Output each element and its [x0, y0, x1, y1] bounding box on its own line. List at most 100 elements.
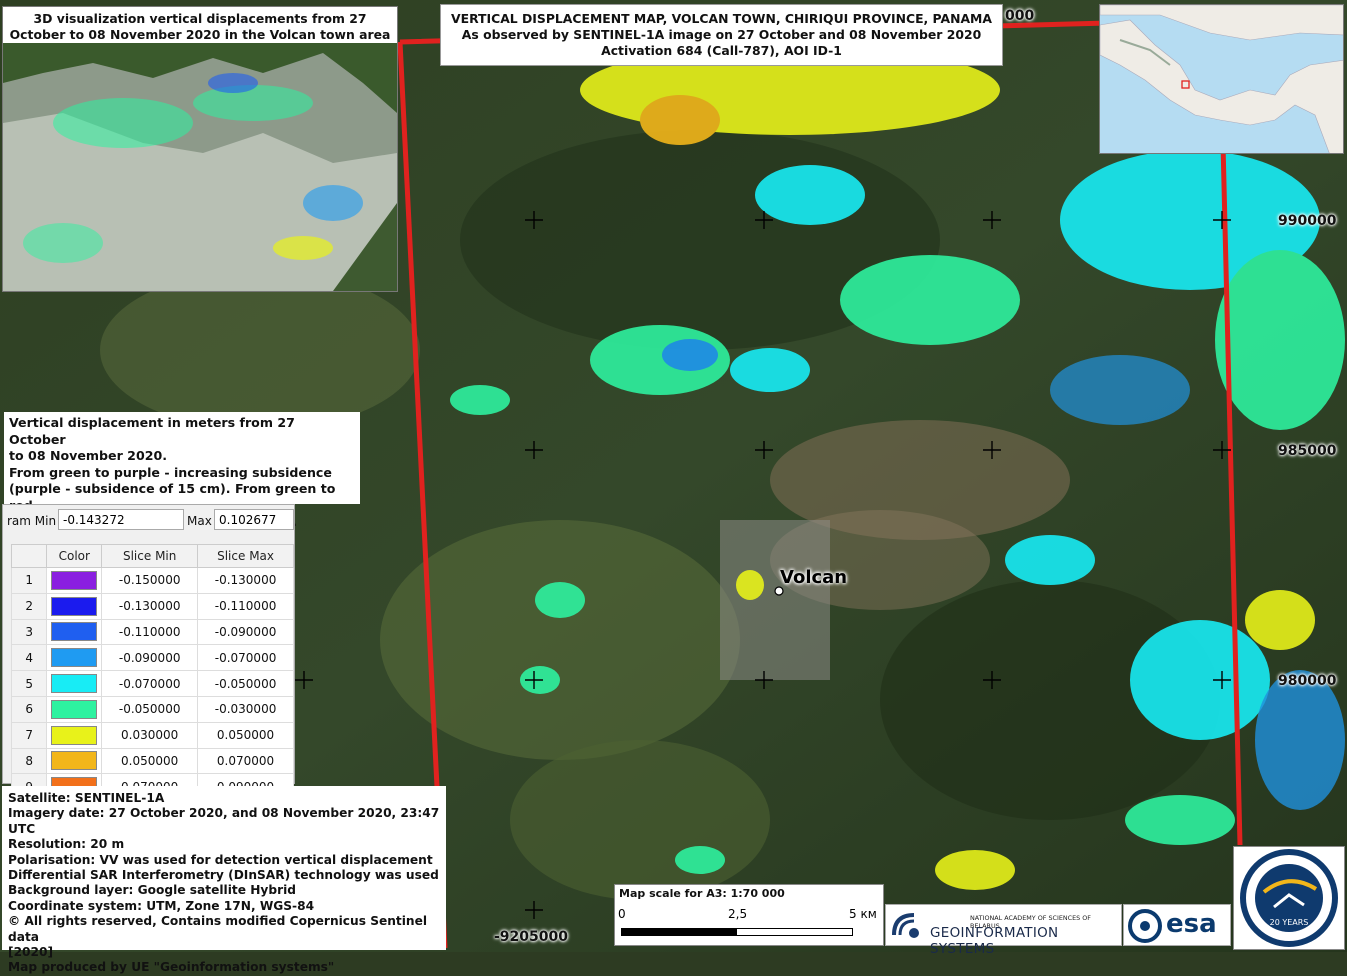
info-background: Background layer: Google satellite Hybri…: [8, 883, 297, 898]
slice-min-cell: -0.050000: [101, 695, 199, 723]
param-min-field[interactable]: -0.143272: [58, 509, 184, 530]
header-index: [10, 544, 48, 568]
color-slice-row[interactable]: 3 -0.110000 -0.090000: [10, 618, 294, 646]
color-slice-row[interactable]: 1 -0.150000 -0.130000: [10, 567, 294, 594]
coord-label-990000: 990000: [1278, 213, 1337, 229]
town-label-volcan: Volcan: [780, 567, 848, 588]
legend-line-1: Vertical displacement in meters from 27 …: [9, 415, 295, 447]
scale-tick-5: 5 км: [849, 907, 877, 921]
info-rights: © All rights reserved, Contains modified…: [8, 914, 428, 944]
charter-20-years-logo: 20 YEARS: [1233, 846, 1345, 950]
slice-max-cell: 0.050000: [197, 721, 294, 749]
map-title-panel: VERTICAL DISPLACEMENT MAP, VOLCAN TOWN, …: [440, 4, 1003, 66]
param-max-label: Max: [187, 514, 212, 528]
info-technology: Differential SAR Interferometry (DInSAR)…: [8, 868, 439, 883]
info-resolution: Resolution: 20 m: [8, 837, 125, 852]
slice-max-cell: -0.110000: [197, 592, 294, 620]
color-swatch: [51, 596, 98, 616]
info-rights-year: [2020]: [8, 945, 54, 960]
geo-systems-label: GEOINFORMATION SYSTEMS: [930, 925, 1059, 957]
color-swatch: [51, 699, 98, 719]
activation-label: Activation 684 (Call-787), AOI ID-1: [601, 43, 842, 58]
coord-label-bottom: -9205000: [494, 929, 568, 945]
header-color: Color: [46, 544, 103, 568]
header-slice-max: Slice Max: [197, 544, 294, 568]
color-slice-row[interactable]: 5 -0.070000 -0.050000: [10, 670, 294, 697]
color-slice-row[interactable]: 8 0.050000 0.070000: [10, 747, 294, 775]
slice-min-cell: 0.030000: [101, 721, 199, 749]
volcan-town-marker: [774, 586, 784, 596]
esa-emblem-icon: [1128, 909, 1162, 943]
color-swatch-cell[interactable]: [46, 644, 103, 672]
slice-min-cell: -0.110000: [101, 618, 199, 646]
param-max-field[interactable]: 0.102677: [214, 509, 294, 530]
geoinformation-logo: NATIONAL ACADEMY OF SCIENCES OF BELARUS …: [885, 904, 1122, 957]
color-swatch-cell[interactable]: [46, 618, 103, 646]
slice-max-cell: -0.050000: [197, 670, 294, 697]
location-map-graphic: [1100, 5, 1343, 153]
slice-max-cell: -0.130000: [197, 567, 294, 594]
row-index: 3: [10, 618, 48, 646]
slice-max-cell: -0.070000: [197, 644, 294, 672]
map-title: VERTICAL DISPLACEMENT MAP, VOLCAN TOWN, …: [451, 11, 992, 26]
scale-tick-0: 0: [618, 907, 626, 921]
param-min-label: ram Min: [7, 514, 57, 528]
color-slice-table-panel: ram Min -0.143272 Max 0.102677 Color Sli…: [2, 504, 295, 826]
color-swatch-cell[interactable]: [46, 721, 103, 749]
row-index: 4: [10, 644, 48, 672]
row-index: 8: [10, 747, 48, 775]
header-slice-min: Slice Min: [101, 544, 199, 568]
row-index: 1: [10, 567, 48, 594]
color-slice-row[interactable]: 6 -0.050000 -0.030000: [10, 695, 294, 723]
scale-bar: [621, 928, 853, 936]
param-minmax-row: ram Min -0.143272 Max 0.102677: [3, 505, 294, 535]
slice-min-cell: -0.090000: [101, 644, 199, 672]
charter-emblem-icon: 20 YEARS: [1240, 849, 1338, 947]
color-swatch-cell[interactable]: [46, 747, 103, 775]
coord-label-980000: 980000: [1278, 673, 1337, 689]
color-slice-row[interactable]: 7 0.030000 0.050000: [10, 721, 294, 749]
legend-line-3: From green to purple - increasing subsid…: [9, 464, 332, 480]
metadata-panel: Satellite: SENTINEL-1A Imagery date: 27 …: [2, 786, 446, 974]
info-coord-system: Coordinate system: UTM, Zone 17N, WGS-84: [8, 898, 315, 913]
legend-description: Vertical displacement in meters from 27 …: [4, 412, 360, 529]
color-swatch: [51, 570, 98, 590]
slice-min-cell: -0.150000: [101, 567, 199, 594]
map-subtitle: As observed by SENTINEL-1A image on 27 O…: [461, 27, 982, 42]
color-swatch: [51, 751, 98, 771]
color-swatch: [51, 648, 98, 668]
row-index: 5: [10, 670, 48, 697]
color-swatch: [51, 725, 98, 745]
coord-label-top: 000: [1005, 8, 1035, 24]
info-polarisation: Polarisation: VV was used for detection …: [8, 852, 433, 867]
slice-max-cell: -0.090000: [197, 618, 294, 646]
info-imagery-date: Imagery date: 27 October 2020, and 08 No…: [8, 806, 440, 836]
color-swatch-cell[interactable]: [46, 592, 103, 620]
slice-min-cell: -0.130000: [101, 592, 199, 620]
color-swatch-cell[interactable]: [46, 695, 103, 723]
row-index: 6: [10, 695, 48, 723]
coord-label-985000: 985000: [1278, 443, 1337, 459]
slice-min-cell: 0.050000: [101, 747, 199, 775]
esa-logo: esa: [1123, 904, 1231, 946]
row-index: 7: [10, 721, 48, 749]
info-satellite: Satellite: SENTINEL-1A: [8, 791, 165, 805]
slice-max-cell: 0.070000: [197, 747, 294, 775]
esa-wordmark: esa: [1166, 909, 1217, 939]
scale-label: Map scale for A3: 1:70 000: [619, 887, 785, 900]
color-swatch-cell[interactable]: [46, 670, 103, 697]
color-slice-row[interactable]: 4 -0.090000 -0.070000: [10, 644, 294, 672]
scale-bar-panel: Map scale for A3: 1:70 000 0 2,5 5 км: [614, 884, 884, 946]
legend-line-2: to 08 November 2020.: [9, 448, 168, 463]
inset-3d-caption: 3D visualization vertical displacements …: [9, 11, 391, 42]
location-overview-map[interactable]: [1099, 4, 1344, 154]
color-slice-table: Color Slice Min Slice Max 1 -0.150000 -0.1…: [10, 544, 294, 826]
slice-min-cell: -0.070000: [101, 670, 199, 697]
inset-3d-terrain: [3, 43, 397, 291]
color-slice-row[interactable]: 2 -0.130000 -0.110000: [10, 592, 294, 620]
charter-years-label: 20 YEARS: [1270, 918, 1309, 927]
color-swatch-cell[interactable]: [46, 567, 103, 594]
row-index: 2: [10, 592, 48, 620]
color-swatch: [51, 622, 98, 642]
satellite-dish-icon: [892, 913, 919, 938]
